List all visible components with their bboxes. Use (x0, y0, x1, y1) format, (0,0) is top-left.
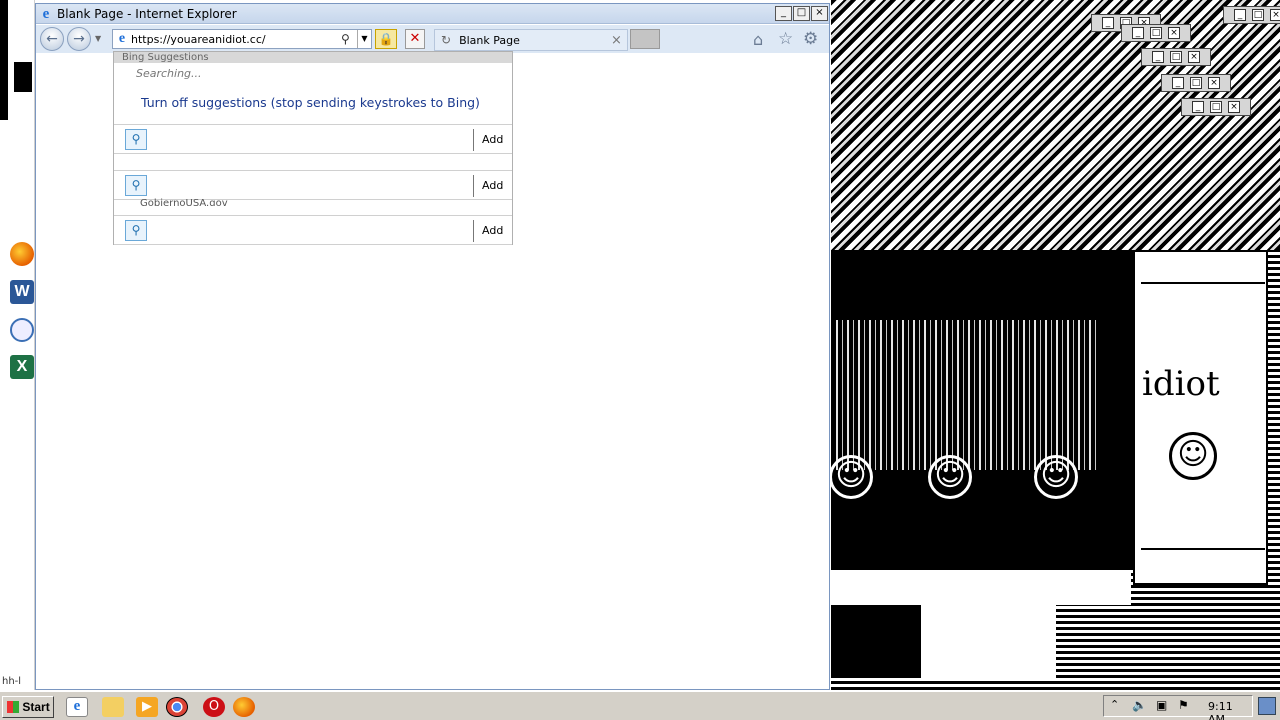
search-icon: ⚲ (125, 129, 147, 150)
divider (1141, 548, 1265, 550)
new-tab-button[interactable] (630, 29, 660, 49)
ie-taskbar-icon[interactable]: e (66, 697, 88, 717)
ie-page-icon: e (118, 31, 126, 46)
show-desktop-button[interactable] (1258, 697, 1276, 715)
glitch-pattern (831, 605, 921, 675)
address-bar[interactable]: e https://youareanidiot.cc/ ⚲ ▼ (112, 29, 372, 49)
speaker-icon[interactable]: 🔈 (1132, 698, 1147, 712)
navigation-bar: ← → ▼ e https://youareanidiot.cc/ ⚲ ▼ 🔒 … (36, 25, 829, 53)
lock-icon[interactable]: 🔒 (375, 29, 397, 49)
ie-window: e Blank Page - Internet Explorer _ □ × ←… (35, 3, 830, 690)
search-provider-row[interactable]: ⚲ Add (114, 124, 512, 154)
desktop-artifact (0, 0, 8, 120)
opera-icon[interactable]: O (203, 697, 225, 717)
firefox-icon[interactable] (10, 242, 34, 266)
window-controls: _ □ × (774, 6, 828, 21)
excel-icon[interactable]: X (10, 355, 34, 379)
forward-arrow-icon[interactable]: → (67, 27, 91, 51)
smiley-icon: ☺ (1034, 455, 1078, 499)
desktop-left-strip: W X hh-l (0, 0, 35, 690)
add-provider-button[interactable]: Add (482, 179, 503, 192)
suggestions-dropdown: Bing Suggestions Searching... Turn off s… (113, 51, 513, 245)
search-provider-row[interactable]: ⚲ Add (114, 215, 512, 245)
close-button[interactable]: × (811, 6, 828, 21)
suggestions-header: Bing Suggestions (114, 52, 512, 63)
glitch-pattern (836, 320, 1096, 470)
windows-logo-icon (7, 701, 19, 713)
tab-close-icon[interactable]: × (611, 33, 627, 48)
window-title: Blank Page - Internet Explorer (57, 6, 237, 21)
clock-icon[interactable] (10, 318, 34, 342)
action-center-flag-icon[interactable]: ⚑ (1178, 698, 1189, 712)
title-bar[interactable]: e Blank Page - Internet Explorer _ □ × (36, 4, 829, 24)
popup-window-titlebar[interactable]: _ □ × (1121, 24, 1191, 42)
ie-logo-icon: e (42, 5, 50, 22)
address-dropdown-icon[interactable]: ▼ (357, 30, 371, 48)
search-icon[interactable]: ⚲ (341, 32, 357, 46)
idiot-popup[interactable]: idiot ☺ (1133, 250, 1268, 585)
desktop-corner-text: hh-l (2, 676, 22, 687)
provider-name-text: GobiernoUSA.gov (140, 198, 228, 206)
divider (473, 220, 474, 242)
folder-icon[interactable] (102, 697, 124, 717)
back-arrow-icon[interactable]: ← (40, 27, 64, 51)
searching-text: Searching... (136, 67, 202, 80)
chrome-icon[interactable] (166, 697, 188, 717)
gear-icon[interactable]: ⚙ (803, 29, 818, 49)
turn-off-suggestions-link[interactable]: Turn off suggestions (stop sending keyst… (141, 95, 480, 110)
network-icon[interactable]: ▣ (1156, 698, 1167, 712)
home-icon[interactable]: ⌂ (753, 30, 763, 49)
loading-icon: ↻ (441, 33, 452, 47)
desktop-artifact (14, 62, 32, 92)
add-provider-button[interactable]: Add (482, 224, 503, 237)
show-hidden-icons-icon[interactable]: ⌃ (1110, 698, 1119, 711)
divider (473, 175, 474, 197)
start-button[interactable]: Start (2, 696, 54, 718)
search-provider-row[interactable]: ⚲ Add (114, 170, 512, 200)
popup-window-titlebar[interactable]: _ □ × (1223, 6, 1280, 24)
smiley-icon: ☺ (1169, 432, 1217, 480)
system-tray: ⌃ 🔈 ▣ ⚑ 9:11 AM (1103, 695, 1253, 720)
divider (473, 129, 474, 151)
firefox-icon[interactable] (233, 697, 255, 717)
history-dropdown-icon[interactable]: ▼ (95, 34, 101, 43)
media-player-icon[interactable]: ▶ (136, 697, 158, 717)
taskbar: Start e ▶ O ⌃ 🔈 ▣ ⚑ 9:11 AM (0, 690, 1280, 720)
add-provider-button[interactable]: Add (482, 133, 503, 146)
glitch-pattern (831, 0, 1280, 250)
glitch-pattern (831, 570, 1131, 605)
popup-window-titlebar[interactable]: _ □ × (1141, 48, 1211, 66)
search-icon: ⚲ (125, 220, 147, 241)
minimize-button[interactable]: _ (775, 6, 792, 21)
address-input[interactable]: https://youareanidiot.cc/ (131, 33, 341, 46)
maximize-button[interactable]: □ (793, 6, 810, 21)
popup-window-titlebar[interactable]: _ □ × (1161, 74, 1231, 92)
smiley-icon: ☺ (831, 455, 873, 499)
tab-label: Blank Page (459, 33, 520, 47)
popup-window-titlebar[interactable]: _ □ × (1181, 98, 1251, 116)
stop-icon[interactable]: ✕ (405, 29, 425, 49)
glitch-pattern (921, 605, 1056, 680)
star-icon[interactable]: ☆ (778, 29, 793, 49)
search-icon: ⚲ (125, 175, 147, 196)
word-icon[interactable]: W (10, 280, 34, 304)
smiley-icon: ☺ (928, 455, 972, 499)
clock[interactable]: 9:11 AM (1208, 700, 1252, 720)
divider (1141, 282, 1265, 284)
tab-blank-page[interactable]: ↻ Blank Page × (434, 29, 628, 51)
start-label: Start (22, 700, 50, 714)
popup-text: idiot (1142, 364, 1220, 404)
